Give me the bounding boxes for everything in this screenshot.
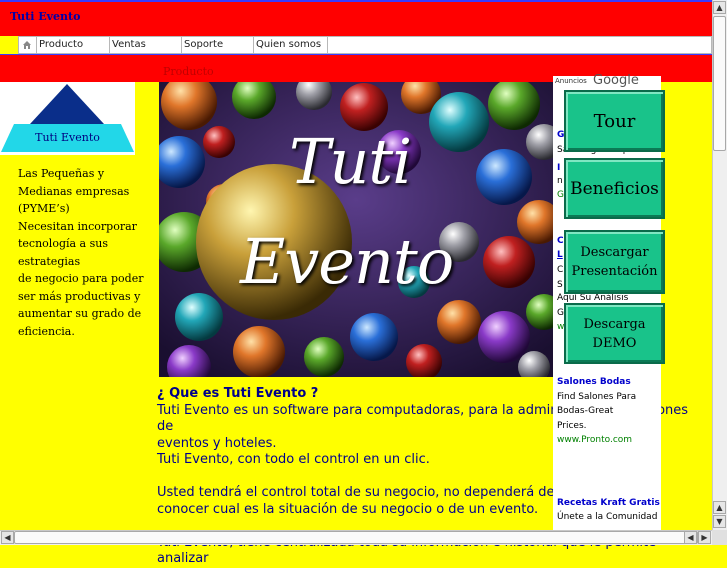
hero-title-line1: Tuti	[289, 125, 412, 198]
horizontal-scroll-thumb[interactable]	[14, 531, 698, 544]
scroll-up-button[interactable]: ▲	[713, 1, 726, 14]
ad-line: Find Salones Para	[557, 392, 637, 402]
scrollbar-corner	[712, 530, 727, 545]
ad-title-recetas-kraft[interactable]: Recetas Kraft Gratis	[557, 498, 660, 508]
scroll-right-button[interactable]: ▶	[698, 531, 711, 544]
intro-line: aumentar su grado de	[18, 307, 142, 320]
intro-text: Las Pequeñas y Medianas empresas (PYME’s…	[18, 165, 144, 340]
ad-line: Prices.	[557, 421, 587, 431]
ad-url[interactable]: www.Pronto.com	[557, 435, 632, 445]
ad-fragment[interactable]: I	[557, 163, 560, 173]
intro-line: ser más productivas y	[18, 289, 141, 303]
scroll-left-button[interactable]: ◀	[1, 531, 14, 544]
vertical-scroll-thumb[interactable]	[713, 16, 726, 151]
intro-line: Necesitan incorporar	[18, 219, 137, 233]
intro-line: de negocio para poder	[18, 272, 144, 285]
nav-item-soporte[interactable]: Soporte	[181, 37, 254, 53]
nav-home[interactable]	[19, 37, 37, 53]
nav-item-ventas[interactable]: Ventas	[109, 37, 182, 53]
ad-fragment: G	[557, 308, 564, 318]
intro-line: tecnología a sus	[18, 237, 108, 250]
ad-fragment: Aquí Su Análisis	[557, 293, 629, 303]
button-line: DEMO	[592, 335, 637, 351]
ad-fragment[interactable]: L	[557, 250, 563, 260]
descargar-presentacion-button[interactable]: Descargar Presentación	[564, 230, 665, 294]
ad-fragment: C	[557, 265, 564, 275]
home-icon	[23, 41, 31, 49]
nav-item-quien-somos[interactable]: Quien somos	[253, 37, 328, 53]
ad-fragment: G	[557, 190, 564, 200]
tour-button[interactable]: Tour	[564, 90, 665, 152]
button-line: Descarga	[583, 316, 646, 332]
scroll-left-button[interactable]: ◀	[684, 531, 697, 544]
logo-text: Tuti Evento	[35, 131, 100, 144]
ad-fragment: S	[557, 280, 563, 290]
ad-line: Bodas-Great	[557, 406, 614, 416]
section-label: Producto	[163, 65, 214, 78]
site-title: Tuti Evento	[10, 10, 81, 23]
nav-bar: Producto Ventas Soporte Quien somos	[18, 36, 712, 54]
ads-label: Anuncios	[555, 77, 587, 85]
ad-line: Únete a la Comunidad	[557, 512, 658, 522]
beneficios-button[interactable]: Beneficios	[564, 158, 665, 219]
descarga-demo-button[interactable]: Descarga DEMO	[564, 303, 665, 364]
logo-graphic	[1, 84, 134, 152]
ad-fragment: n	[557, 176, 563, 186]
hero-title-line2: Evento	[240, 225, 454, 298]
intro-line: Las Pequeñas y	[18, 167, 105, 180]
intro-line: estrategias	[18, 254, 81, 268]
intro-line: (PYME’s)	[18, 202, 70, 215]
intro-line: Medianas empresas	[18, 184, 130, 198]
button-line: Presentación	[571, 264, 658, 279]
ad-title-salones-bodas[interactable]: Salones Bodas	[557, 377, 631, 387]
nav-item-producto[interactable]: Producto	[36, 37, 110, 53]
intro-line: eficiencia.	[18, 324, 75, 338]
top-banner	[0, 0, 712, 36]
button-line: Descargar	[580, 245, 649, 260]
google-brand: Google	[593, 73, 639, 88]
scroll-down-button[interactable]: ▼	[713, 515, 726, 528]
scroll-up-button[interactable]: ▲	[713, 501, 726, 514]
ad-fragment[interactable]: C	[557, 236, 564, 246]
